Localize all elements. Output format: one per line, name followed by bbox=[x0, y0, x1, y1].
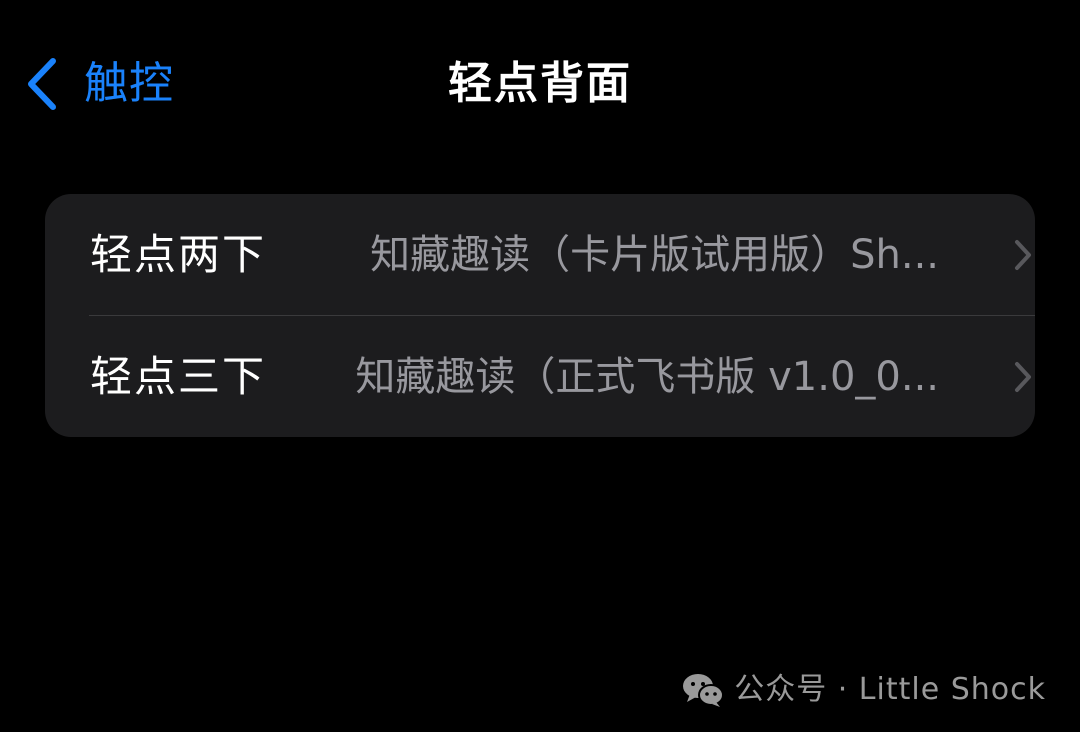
setting-row-title: 轻点三下 bbox=[90, 351, 267, 401]
setting-row-double-tap[interactable]: 轻点两下 知藏趣读（卡片版试用版）Sh... bbox=[45, 194, 1035, 315]
setting-row-value: 知藏趣读（卡片版试用版）Sh... bbox=[370, 231, 939, 278]
page-title: 轻点背面 bbox=[448, 58, 632, 109]
chevron-right-icon bbox=[1015, 239, 1031, 270]
watermark-text: 公众号 · Little Shock bbox=[734, 672, 1046, 707]
watermark: 公众号 · Little Shock bbox=[682, 664, 1046, 716]
setting-row-title: 轻点两下 bbox=[90, 229, 267, 279]
wechat-icon bbox=[683, 674, 725, 707]
back-tap-settings-group: 轻点两下 知藏趣读（卡片版试用版）Sh... 轻点三下 知藏趣读（正式飞书版 v… bbox=[45, 194, 1035, 437]
setting-row-triple-tap[interactable]: 轻点三下 知藏趣读（正式飞书版 v1.0_0... bbox=[45, 316, 1035, 437]
chevron-right-icon bbox=[1015, 361, 1031, 392]
navigation-bar: 触控 轻点背面 bbox=[0, 0, 1080, 170]
setting-row-value: 知藏趣读（正式飞书版 v1.0_0... bbox=[355, 353, 939, 400]
